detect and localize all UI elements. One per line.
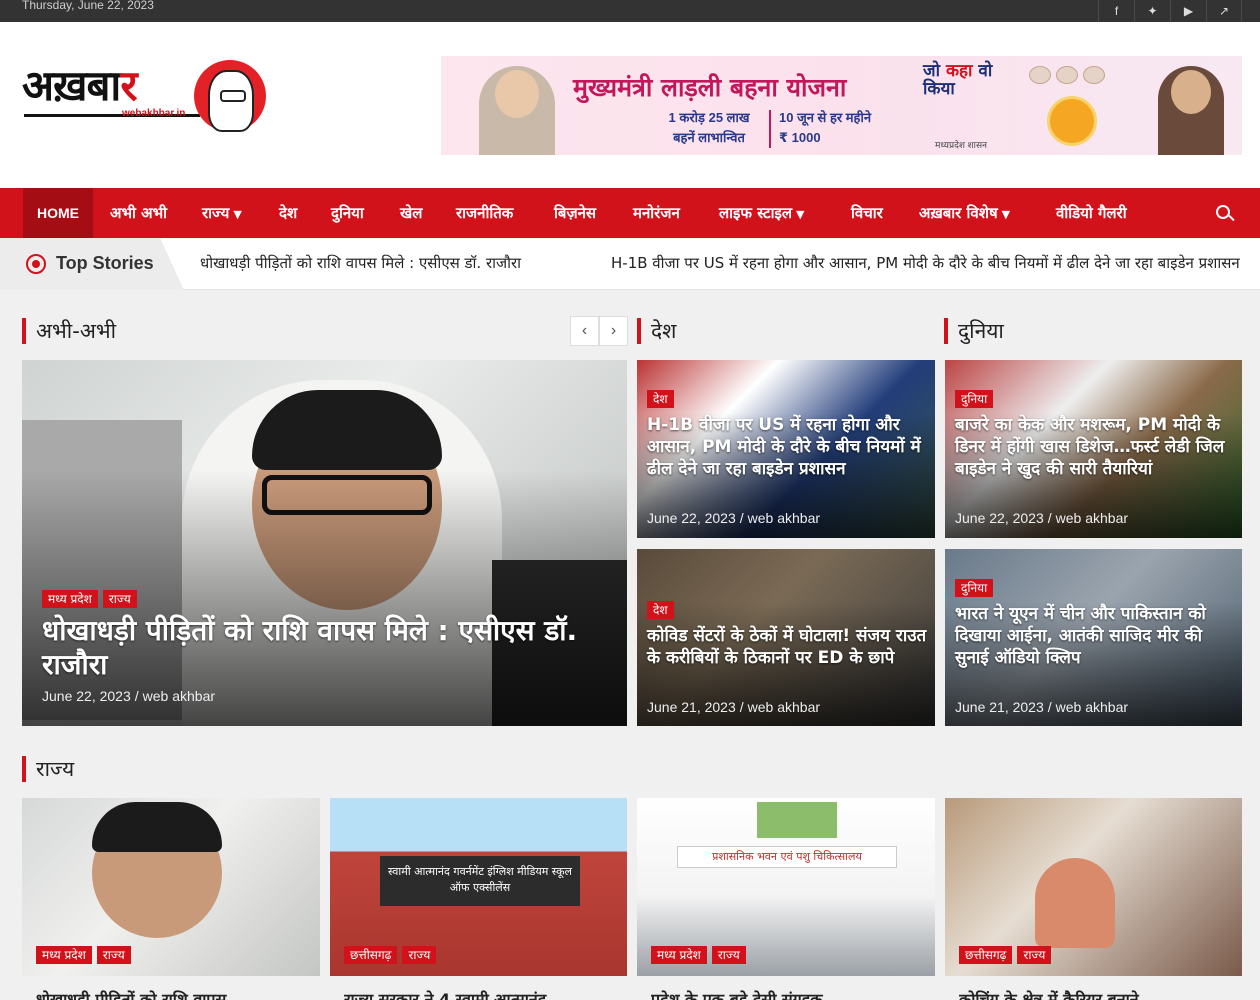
banner-portrait-right bbox=[1158, 66, 1224, 155]
banner-stat-2: 10 जून से हर महीने ₹ 1000 bbox=[779, 110, 872, 145]
nav-home[interactable]: HOME bbox=[23, 188, 93, 238]
banner-scheme-logo bbox=[1047, 96, 1097, 146]
article-title[interactable]: कोविड सेंटरों के ठेकों में घोटाला! संजय … bbox=[647, 625, 927, 669]
nav-vichar[interactable]: विचार bbox=[851, 188, 883, 238]
logo-text: अख़बार bbox=[22, 61, 138, 110]
ad-banner[interactable]: मुख्यमंत्री लाड़ली बहना योजना 1 करोड़ 25… bbox=[441, 56, 1242, 155]
top-bar: Thursday, June 22, 2023 f ✦ ▶ ↗ bbox=[0, 0, 1260, 22]
banner-govt: मध्यप्रदेश शासन bbox=[935, 140, 988, 150]
category-badge[interactable]: मध्य प्रदेश bbox=[42, 590, 98, 608]
nav-manoranjan[interactable]: मनोरंजन bbox=[633, 188, 680, 238]
article-card[interactable]: मध्य प्रदेश राज्य bbox=[22, 798, 320, 976]
logo-cartoon-icon bbox=[208, 70, 254, 132]
banner-stat-1: 1 करोड़ 25 लाख बहनें लाभान्वित bbox=[668, 110, 750, 145]
category-badge[interactable]: छत्तीसगढ़ bbox=[959, 946, 1013, 964]
nav-abhi-abhi[interactable]: अभी अभी bbox=[110, 188, 167, 238]
search-icon[interactable] bbox=[1216, 205, 1230, 219]
category-badge[interactable]: देश bbox=[647, 601, 674, 619]
ticker-label: Top Stories bbox=[56, 253, 154, 273]
external-link-icon[interactable]: ↗ bbox=[1206, 0, 1242, 22]
section-title-desh: देश bbox=[637, 318, 676, 344]
nav-lifestyle[interactable]: लाइफ स्टाइल ▼ bbox=[719, 188, 805, 238]
section-title-duniya: दुनिया bbox=[944, 318, 1004, 344]
nav-rajya[interactable]: राज्य ▼ bbox=[202, 188, 242, 238]
building-sign: प्रशासनिक भवन एवं पशु चिकित्सालय bbox=[677, 846, 897, 868]
section-title-rajya: राज्य bbox=[22, 756, 74, 782]
school-signboard: स्वामी आत्मानंद गवर्नमेंट इंग्लिश मीडियम… bbox=[380, 856, 580, 906]
article-meta: June 21, 2023/web akhbar bbox=[647, 699, 821, 715]
article-title[interactable]: भारत ने यूएन में चीन और पाकिस्तान को दिख… bbox=[955, 603, 1235, 669]
nav-desh[interactable]: देश bbox=[279, 188, 297, 238]
article-title[interactable]: धोखाधड़ी पीड़ितों को राशि वापस मिले : एस… bbox=[42, 614, 602, 682]
article-card[interactable]: स्वामी आत्मानंद गवर्नमेंट इंग्लिश मीडियम… bbox=[330, 798, 627, 976]
social-links: f ✦ ▶ ↗ bbox=[1098, 0, 1242, 22]
article-card[interactable]: छत्तीसगढ़ राज्य bbox=[945, 798, 1242, 976]
category-badge[interactable]: देश bbox=[647, 390, 674, 408]
nav-akhbar-vishesh[interactable]: अख़बार विशेष ▼ bbox=[919, 188, 1010, 238]
category-badge[interactable]: राज्य bbox=[102, 590, 137, 608]
logo-site-name: webakhbar.in bbox=[122, 108, 186, 119]
nav-khel[interactable]: खेल bbox=[400, 188, 422, 238]
article-meta: June 22, 2023/web akhbar bbox=[647, 510, 821, 526]
nav-rajnitik[interactable]: राजनीतिक bbox=[456, 188, 513, 238]
chevron-down-icon: ▼ bbox=[796, 208, 805, 221]
category-badge[interactable]: छत्तीसगढ़ bbox=[344, 946, 398, 964]
banner-divider bbox=[769, 110, 771, 148]
slider-controls: ‹ › bbox=[570, 316, 628, 346]
nav-duniya[interactable]: दुनिया bbox=[331, 188, 364, 238]
banner-emblems bbox=[1029, 66, 1109, 86]
facebook-icon[interactable]: f bbox=[1098, 0, 1134, 22]
article-meta: June 22, 2023/web akhbar bbox=[42, 688, 216, 704]
category-badge[interactable]: राज्य bbox=[96, 946, 131, 964]
category-badge[interactable]: दुनिया bbox=[955, 579, 994, 597]
article-title[interactable]: H-1B वीजा पर US में रहना होगा और आसान, P… bbox=[647, 414, 927, 480]
category-badge[interactable]: राज्य bbox=[1017, 946, 1052, 964]
category-badge[interactable]: मध्य प्रदेश bbox=[651, 946, 707, 964]
banner-portrait-left bbox=[479, 66, 555, 155]
section-title-abhi-abhi: अभी-अभी bbox=[22, 318, 116, 344]
chevron-down-icon: ▼ bbox=[233, 208, 242, 221]
article-meta: June 21, 2023/web akhbar bbox=[955, 699, 1129, 715]
banner-title: मुख्यमंत्री लाड़ली बहना योजना bbox=[573, 73, 847, 102]
nav-video-gallery[interactable]: वीडियो गैलरी bbox=[1056, 188, 1127, 238]
article-title[interactable]: बाजरे का केक और मशरूम, PM मोदी के डिनर म… bbox=[955, 414, 1235, 480]
article-card[interactable]: देश H-1B वीजा पर US में रहना होगा और आसा… bbox=[637, 360, 935, 538]
article-title[interactable]: कोचिंग के क्षेत्र में कैरियर बनाने bbox=[959, 988, 1229, 1000]
category-badge[interactable]: राज्य bbox=[402, 946, 437, 964]
main-nav: HOME अभी अभी राज्य ▼ देश दुनिया खेल राजनी… bbox=[0, 188, 1260, 238]
featured-article[interactable]: मध्य प्रदेश राज्य धोखाधड़ी पीड़ितों को रा… bbox=[22, 360, 627, 726]
article-meta: June 22, 2023/web akhbar bbox=[955, 510, 1129, 526]
banner-slogan: जो कहा वो किया bbox=[923, 61, 993, 99]
image-hair bbox=[252, 390, 442, 470]
article-title[interactable]: धोखाधड़ी पीड़ितों को राशि वापस bbox=[36, 988, 306, 1000]
article-title[interactable]: प्रदेश के एक बड़े देसी संग्रहक bbox=[651, 988, 921, 1000]
current-date: Thursday, June 22, 2023 bbox=[22, 0, 154, 12]
site-logo[interactable]: अख़बार webakhbar.in bbox=[22, 56, 267, 156]
nav-business[interactable]: बिज़नेस bbox=[554, 188, 596, 238]
ticker-item[interactable]: H-1B वीजा पर US में रहना होगा और आसान, P… bbox=[611, 253, 1241, 273]
chevron-right-icon[interactable]: › bbox=[599, 316, 628, 346]
article-card[interactable]: दुनिया भारत ने यूएन में चीन और पाकिस्तान… bbox=[945, 549, 1242, 726]
article-card[interactable]: दुनिया बाजरे का केक और मशरूम, PM मोदी के… bbox=[945, 360, 1242, 538]
twitter-icon[interactable]: ✦ bbox=[1134, 0, 1170, 22]
category-badge[interactable]: दुनिया bbox=[955, 390, 994, 408]
article-categories: मध्य प्रदेश राज्य bbox=[42, 590, 142, 608]
chevron-down-icon: ▼ bbox=[1001, 208, 1011, 221]
category-badge[interactable]: राज्य bbox=[711, 946, 746, 964]
site-header: अख़बार webakhbar.in मुख्यमंत्री लाड़ली ब… bbox=[0, 22, 1260, 188]
chevron-left-icon[interactable]: ‹ bbox=[570, 316, 599, 346]
youtube-icon[interactable]: ▶ bbox=[1170, 0, 1206, 22]
article-title[interactable]: राज्य सरकार ने 4 स्वामी आत्मानंद bbox=[344, 988, 614, 1000]
article-card[interactable]: प्रशासनिक भवन एवं पशु चिकित्सालय मध्य प्… bbox=[637, 798, 935, 976]
live-icon bbox=[26, 254, 46, 274]
ticker-item[interactable]: धोखाधड़ी पीड़ितों को राशि वापस मिले : एस… bbox=[200, 253, 521, 273]
top-stories-ticker: Top Stories धोखाधड़ी पीड़ितों को राशि वा… bbox=[0, 238, 1260, 290]
category-badge[interactable]: मध्य प्रदेश bbox=[36, 946, 92, 964]
article-card[interactable]: देश कोविड सेंटरों के ठेकों में घोटाला! स… bbox=[637, 549, 935, 726]
